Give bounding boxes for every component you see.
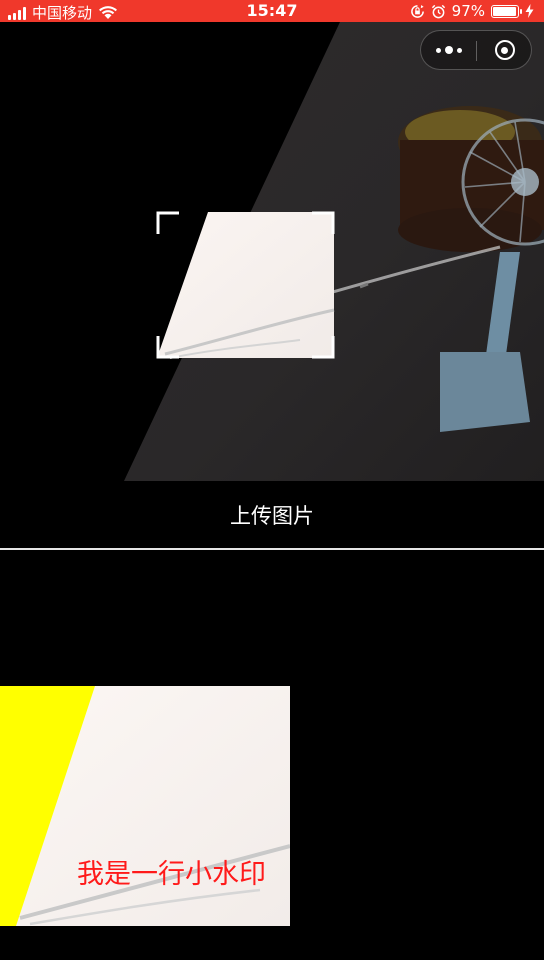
alarm-icon (431, 4, 445, 18)
upload-image-button[interactable]: 上传图片 (0, 500, 544, 530)
battery-percent: 97% (451, 2, 485, 20)
more-dots-icon[interactable] (421, 31, 476, 69)
status-bar: 中国移动 15:47 97% (0, 0, 544, 22)
watermark-text: 我是一行小水印 (77, 859, 266, 890)
battery-icon (491, 4, 522, 18)
camera-preview[interactable] (0, 22, 544, 481)
close-target-icon[interactable] (477, 31, 532, 69)
charging-icon (525, 4, 534, 18)
divider-line (0, 548, 544, 550)
mini-program-capsule (420, 30, 532, 70)
rotation-lock-icon (410, 4, 424, 18)
status-right: 97% (410, 2, 534, 20)
focus-region (157, 212, 334, 358)
